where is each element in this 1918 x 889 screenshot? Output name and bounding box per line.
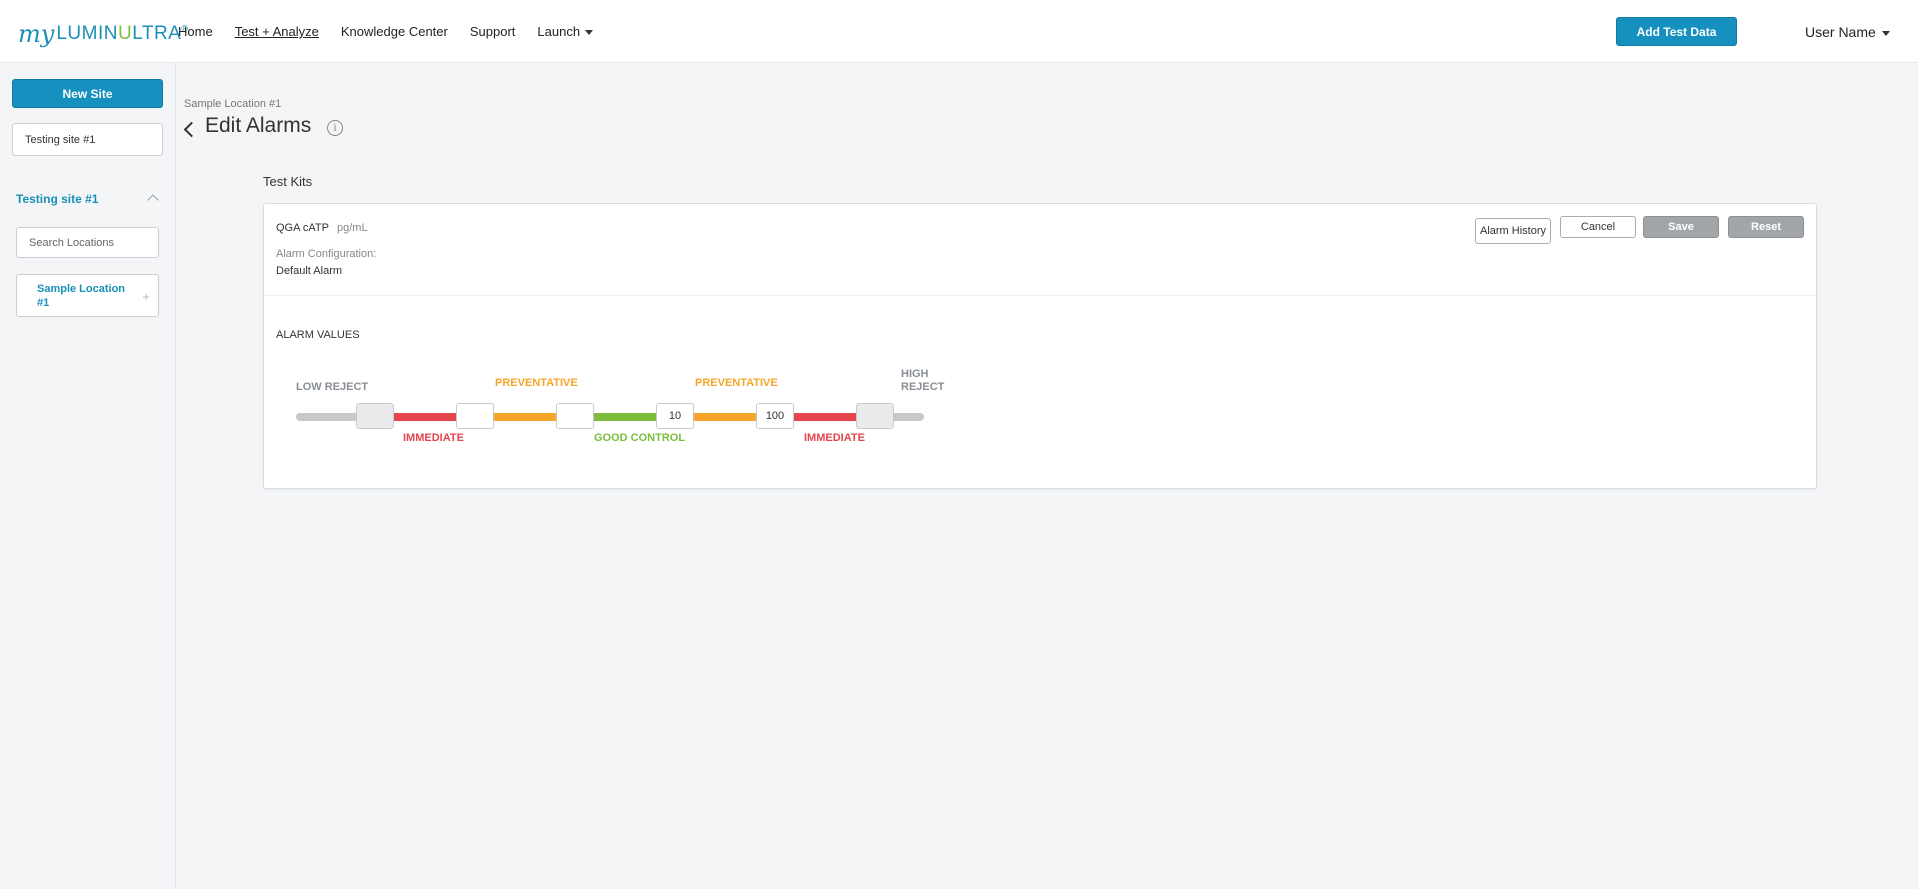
alarm-config-label: Alarm Configuration: [276, 248, 377, 260]
chevron-up-icon[interactable] [147, 194, 159, 206]
caret-down-icon [585, 30, 594, 36]
test-kit-card: QGA cATP pg/mL Alarm Configuration: Defau… [263, 203, 1817, 489]
nav-launch-label: Launch [537, 24, 581, 39]
threshold-handle-1[interactable] [356, 403, 394, 429]
save-button[interactable]: Save [1643, 216, 1719, 238]
main-nav: Home Test + Analyze Knowledge Center Sup… [178, 24, 594, 39]
alarm-history-button[interactable]: Alarm History [1475, 218, 1551, 244]
threshold-handle-2[interactable] [456, 403, 494, 429]
bar-low-reject [296, 413, 356, 421]
threshold-handle-4[interactable]: 10 [656, 403, 694, 429]
test-kits-heading: Test Kits [263, 174, 313, 189]
threshold-handle-6[interactable] [856, 403, 894, 429]
zone-good-control-label: GOOD CONTROL [594, 432, 686, 444]
zone-preventative-high-label: PREVENTATIVE [695, 377, 778, 389]
zone-high-reject-label: HIGH REJECT [901, 368, 945, 393]
zone-preventative-low-label: PREVENTATIVE [495, 377, 578, 389]
nav-knowledge-center[interactable]: Knowledge Center [341, 24, 448, 39]
kit-header: QGA cATP pg/mL [276, 222, 368, 234]
alarm-values-heading: ALARM VALUES [276, 329, 360, 341]
reset-button[interactable]: Reset [1728, 216, 1804, 238]
threshold-handle-5[interactable]: 100 [756, 403, 794, 429]
threshold-handle-3[interactable] [556, 403, 594, 429]
nav-launch-dropdown[interactable]: Launch [537, 24, 594, 39]
logo-my: my [18, 20, 55, 48]
site-selector[interactable]: Testing site #1 [12, 123, 163, 156]
sidebar: New Site Testing site #1 Testing site #1… [0, 63, 176, 889]
user-menu[interactable]: User Name [1805, 24, 1890, 40]
info-icon[interactable]: i [327, 120, 343, 136]
nav-home[interactable]: Home [178, 24, 213, 39]
location-label: Sample Location #1 [37, 283, 126, 309]
kit-unit: pg/mL [336, 222, 368, 234]
card-divider [264, 295, 1816, 296]
zone-immediate-high-label: IMMEDIATE [804, 432, 865, 444]
cancel-button[interactable]: Cancel [1560, 216, 1636, 238]
location-item[interactable]: Sample Location #1 + [16, 274, 159, 317]
search-locations-input[interactable] [16, 227, 159, 258]
top-navbar: my LUMINULTRA® Home Test + Analyze Knowl… [0, 0, 1918, 63]
add-test-data-button[interactable]: Add Test Data [1616, 17, 1737, 46]
back-chevron-icon[interactable] [183, 121, 200, 138]
brand-logo[interactable]: my LUMINULTRA® [18, 16, 189, 52]
zone-low-reject-label: LOW REJECT [296, 381, 369, 393]
caret-down-icon [1881, 30, 1890, 36]
logo-wordmark: LUMINULTRA® [56, 23, 189, 44]
kit-name: QGA cATP [276, 222, 329, 234]
user-name: User Name [1805, 24, 1876, 40]
site-heading[interactable]: Testing site #1 [16, 192, 98, 206]
zone-immediate-low-label: IMMEDIATE [403, 432, 464, 444]
alarm-config-value: Default Alarm [276, 265, 343, 277]
nav-support[interactable]: Support [470, 24, 516, 39]
breadcrumb[interactable]: Sample Location #1 [184, 98, 281, 110]
page-title: Edit Alarms [205, 114, 312, 137]
new-site-button[interactable]: New Site [12, 79, 163, 108]
plus-icon[interactable]: + [142, 289, 150, 304]
nav-test-analyze[interactable]: Test + Analyze [235, 24, 319, 39]
